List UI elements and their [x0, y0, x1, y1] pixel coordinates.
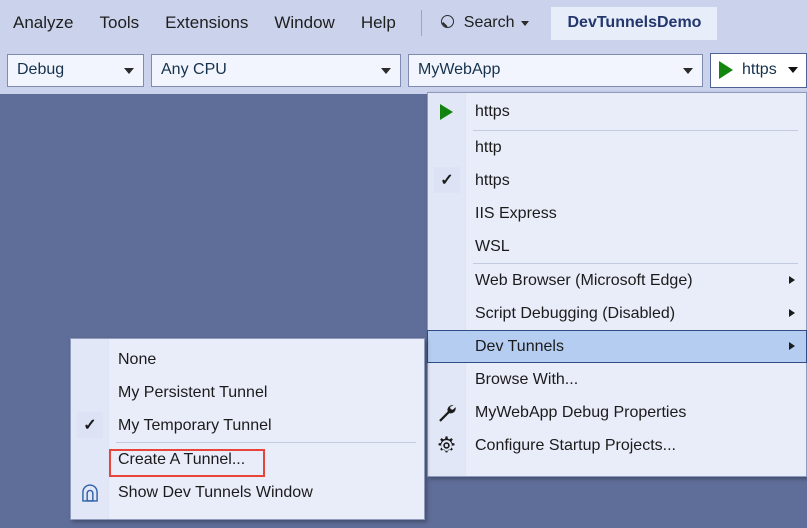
- menu-item-tunnel-none[interactable]: None: [71, 343, 424, 376]
- debug-target-menu-rows: https http ✓ https IIS Express WSL Web B…: [428, 93, 806, 462]
- menu-bar-divider: [421, 10, 422, 36]
- menu-bar: Analyze Tools Extensions Window Help Sea…: [0, 0, 807, 46]
- chevron-down-icon: [124, 68, 134, 74]
- menu-item-tunnel-my-temporary-tunnel[interactable]: ✓ My Temporary Tunnel: [71, 409, 424, 442]
- menu-item-browse-with[interactable]: Browse With...: [428, 363, 806, 396]
- check-icon: ✓: [434, 167, 460, 193]
- menu-item-label: Web Browser (Microsoft Edge): [428, 272, 693, 290]
- menu-item-show-dev-tunnels-window[interactable]: Show Dev Tunnels Window: [71, 476, 424, 509]
- check-icon: ✓: [77, 412, 103, 438]
- chevron-down-icon[interactable]: [788, 67, 798, 73]
- menu-item-label: MyWebApp Debug Properties: [428, 404, 686, 422]
- menu-item-create-a-tunnel[interactable]: Create A Tunnel...: [71, 443, 424, 476]
- tunnel-icon: [78, 482, 101, 504]
- play-icon: [435, 101, 458, 123]
- menu-item-profile-wsl[interactable]: WSL: [428, 230, 806, 263]
- wrench-icon: [435, 402, 458, 424]
- menu-item-label: Script Debugging (Disabled): [428, 305, 675, 323]
- search-icon: [440, 15, 457, 32]
- menu-item-label: http: [428, 139, 502, 157]
- menu-item-profile-https[interactable]: ✓ https: [428, 164, 806, 197]
- menu-item-extensions[interactable]: Extensions: [152, 9, 261, 37]
- menu-item-label: Create A Tunnel...: [71, 451, 245, 469]
- menu-item-tunnel-my-persistent-tunnel[interactable]: My Persistent Tunnel: [71, 376, 424, 409]
- startup-project-combobox[interactable]: MyWebApp: [408, 54, 703, 87]
- menu-item-web-browser[interactable]: Web Browser (Microsoft Edge): [428, 264, 806, 297]
- solution-platform-combobox[interactable]: Any CPU: [151, 54, 401, 87]
- menu-item-script-debugging[interactable]: Script Debugging (Disabled): [428, 297, 806, 330]
- menu-item-analyze[interactable]: Analyze: [0, 9, 86, 37]
- menu-item-configure-startup-projects[interactable]: Configure Startup Projects...: [428, 429, 806, 462]
- menu-item-label: IIS Express: [428, 205, 557, 223]
- dev-tunnels-submenu: None My Persistent Tunnel ✓ My Temporary…: [70, 338, 425, 520]
- menu-item-run-https[interactable]: https: [428, 93, 806, 130]
- menu-item-profile-http[interactable]: http: [428, 131, 806, 164]
- standard-toolbar: Debug Any CPU MyWebApp https: [0, 50, 807, 90]
- solution-configuration-combobox[interactable]: Debug: [7, 54, 144, 87]
- menu-item-label: Configure Startup Projects...: [428, 437, 676, 455]
- chevron-down-icon: [683, 68, 693, 74]
- start-debugging-label: https: [742, 61, 777, 79]
- solution-configuration-value: Debug: [8, 61, 64, 79]
- menu-item-debug-properties[interactable]: MyWebApp Debug Properties: [428, 396, 806, 429]
- visual-studio-window: Analyze Tools Extensions Window Help Sea…: [0, 0, 807, 528]
- project-name-chip: DevTunnelsDemo: [551, 7, 717, 40]
- gear-icon: [435, 435, 458, 457]
- menu-item-tools[interactable]: Tools: [86, 9, 152, 37]
- menu-item-window[interactable]: Window: [261, 9, 347, 37]
- toolbar-strip: Analyze Tools Extensions Window Help Sea…: [0, 0, 807, 94]
- menu-item-profile-iis-express[interactable]: IIS Express: [428, 197, 806, 230]
- submenu-arrow-icon: [789, 342, 795, 350]
- menu-item-dev-tunnels[interactable]: Dev Tunnels: [427, 330, 807, 363]
- menu-item-label: Browse With...: [428, 371, 578, 389]
- submenu-arrow-icon: [789, 309, 795, 317]
- search-label: Search: [464, 14, 515, 32]
- debug-target-dropdown-menu: https http ✓ https IIS Express WSL Web B…: [427, 92, 807, 477]
- menu-item-label: Show Dev Tunnels Window: [71, 484, 313, 502]
- menu-item-label: Dev Tunnels: [428, 338, 564, 356]
- dev-tunnels-submenu-rows: None My Persistent Tunnel ✓ My Temporary…: [71, 339, 424, 509]
- menu-item-label: My Persistent Tunnel: [71, 384, 267, 402]
- search-box[interactable]: Search: [432, 11, 538, 35]
- submenu-arrow-icon: [789, 276, 795, 284]
- start-debugging-button[interactable]: https: [710, 53, 807, 88]
- startup-project-value: MyWebApp: [409, 61, 500, 79]
- menu-item-label: None: [71, 351, 156, 369]
- menu-item-label: WSL: [428, 238, 510, 256]
- chevron-down-icon: [381, 68, 391, 74]
- solution-platform-value: Any CPU: [152, 61, 227, 79]
- chevron-down-icon: [521, 21, 529, 26]
- menu-item-help[interactable]: Help: [348, 9, 409, 37]
- play-icon: [719, 61, 733, 79]
